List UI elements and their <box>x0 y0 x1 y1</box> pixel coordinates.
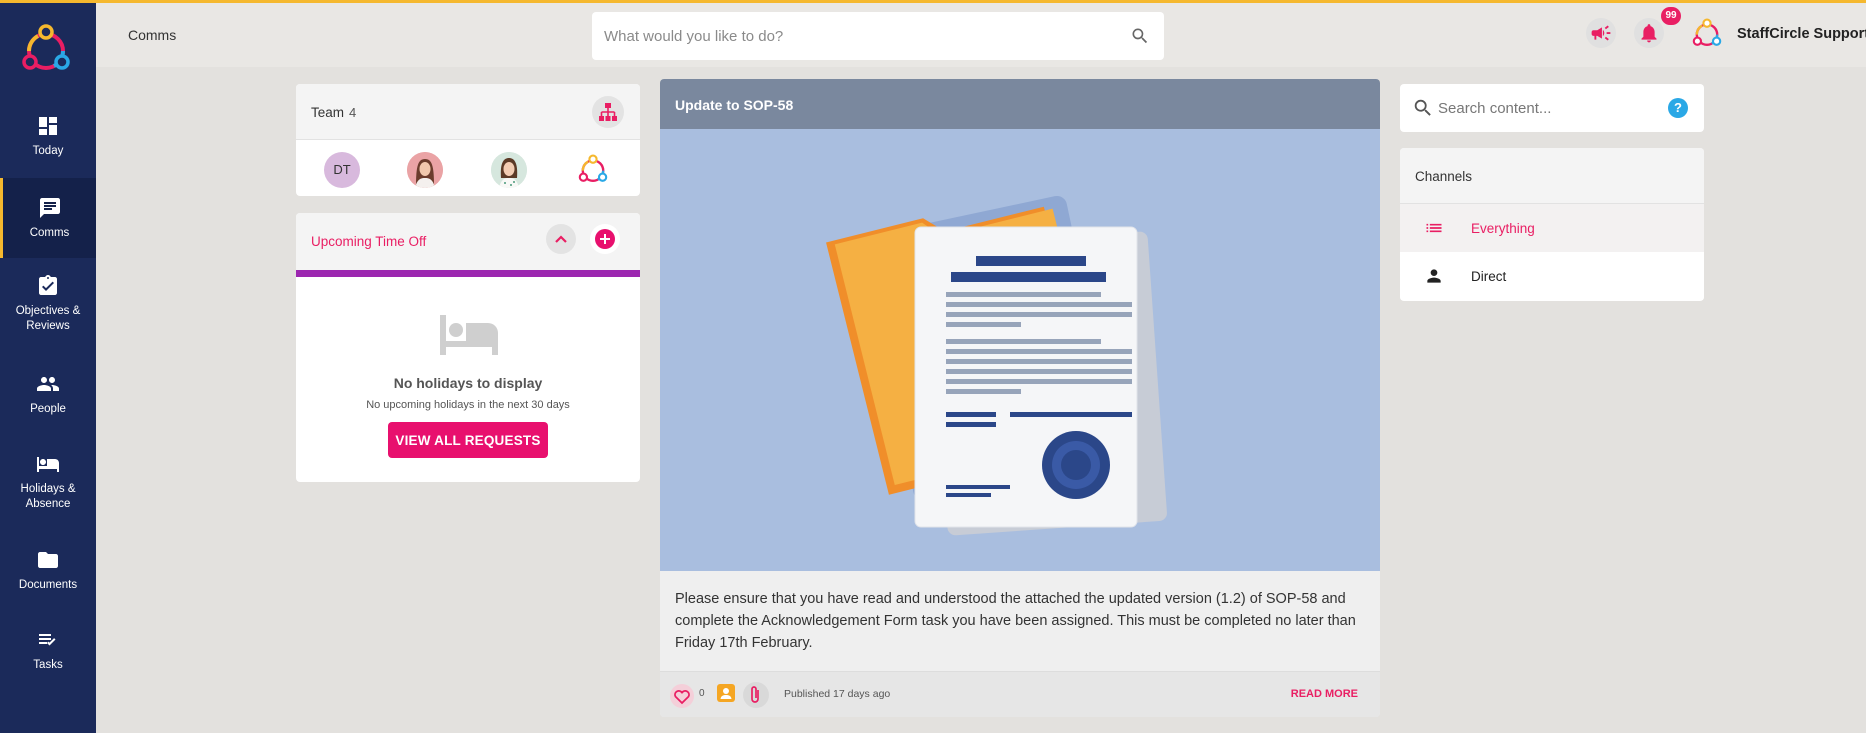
clipboard-check-icon <box>39 275 57 295</box>
time-off-header: Upcoming Time Off <box>296 213 640 277</box>
user-avatar[interactable] <box>1689 16 1725 52</box>
team-card: Team 4 DT <box>296 84 640 196</box>
attachment-button[interactable] <box>743 682 769 708</box>
team-member-avatar[interactable] <box>491 152 527 188</box>
org-chart-button[interactable] <box>592 96 624 128</box>
breadcrumb: Comms <box>128 27 177 43</box>
sidebar-item-comms[interactable]: Comms <box>0 178 96 258</box>
team-title: Team <box>311 105 345 120</box>
chevron-up-icon <box>555 235 567 243</box>
upcoming-time-off-card: Upcoming Time Off No holidays to display… <box>296 213 640 482</box>
sidebar-item-label: Comms <box>29 227 70 239</box>
sidebar-item-holidays-absence[interactable]: Holidays & Absence <box>0 452 96 518</box>
person-photo <box>491 152 527 188</box>
channels-title: Channels <box>1415 169 1473 184</box>
search-icon[interactable] <box>1130 26 1150 46</box>
search-input[interactable] <box>592 12 1092 60</box>
read-more-link[interactable]: READ MORE <box>1291 688 1358 700</box>
channel-label: Everything <box>1471 221 1535 236</box>
published-time: Published 17 days ago <box>784 688 891 700</box>
post-title[interactable]: Update to SOP-58 <box>675 97 793 113</box>
team-card-header: Team 4 <box>296 84 640 140</box>
staffcircle-logo[interactable] <box>16 20 76 80</box>
sidebar-item-documents[interactable]: Documents <box>0 548 96 598</box>
team-member-avatar[interactable]: DT <box>324 152 360 188</box>
sidebar-item-label: Documents <box>18 579 78 591</box>
comms-post: Update to SOP-58 Please ensure that you … <box>660 79 1380 717</box>
sidebar-item-label: Holidays & Absence <box>20 483 76 510</box>
post-body: Please ensure that you have read and und… <box>675 591 1356 651</box>
post-header: Update to SOP-58 <box>660 79 1380 129</box>
post-image[interactable] <box>660 129 1380 571</box>
dashboard-icon <box>39 117 57 135</box>
sidebar-item-today[interactable]: Today <box>0 114 96 174</box>
people-icon <box>37 377 59 391</box>
top-accent-line <box>0 0 1866 3</box>
add-time-off-button[interactable] <box>590 224 620 254</box>
org-chart-icon <box>599 103 617 121</box>
paperclip-icon <box>751 686 759 703</box>
bell-icon <box>1641 24 1657 43</box>
staffcircle-logo <box>578 154 608 182</box>
empty-state-title: No holidays to display <box>393 375 543 391</box>
sidebar-item-label: Tasks <box>33 659 63 671</box>
help-icon[interactable]: ? <box>1668 98 1688 118</box>
channel-direct[interactable]: Direct <box>1400 252 1704 300</box>
content-search-input[interactable] <box>1438 84 1658 132</box>
like-count: 0 <box>699 688 705 699</box>
list-icon <box>1426 223 1442 233</box>
acknowledgement-icon[interactable] <box>716 683 736 703</box>
channels-header: Channels <box>1400 148 1704 204</box>
post-footer: 0 Published 17 days ago READ MORE <box>660 671 1380 717</box>
notifications-button[interactable] <box>1634 18 1664 48</box>
announcement-button[interactable] <box>1586 18 1616 48</box>
view-all-requests-button[interactable]: VIEW ALL REQUESTS <box>388 422 548 458</box>
sidebar: Today Comms Objectives & Reviews People … <box>0 0 96 733</box>
collapse-button[interactable] <box>546 224 576 254</box>
empty-state-subtitle: No upcoming holidays in the next 30 days <box>366 399 570 411</box>
team-count: 4 <box>349 105 357 120</box>
chat-icon <box>39 198 60 218</box>
person-icon <box>1427 269 1441 283</box>
sidebar-item-label: Objectives & Reviews <box>15 305 81 332</box>
search-icon <box>1414 99 1431 116</box>
content-search: ? <box>1400 84 1704 132</box>
megaphone-icon <box>1591 25 1611 41</box>
plus-circle-icon <box>595 229 615 249</box>
person-photo <box>407 152 443 188</box>
sidebar-item-objectives-reviews[interactable]: Objectives & Reviews <box>0 274 96 344</box>
sidebar-item-people[interactable]: People <box>0 372 96 422</box>
notification-count-badge: 99 <box>1661 7 1681 25</box>
checklist-icon <box>39 634 56 646</box>
bed-icon <box>37 457 59 472</box>
channels-card: Channels Everything Direct <box>1400 148 1704 301</box>
sidebar-item-label: Today <box>32 145 64 157</box>
channel-label: Direct <box>1471 269 1507 284</box>
user-name[interactable]: StaffCircle Support <box>1737 26 1866 42</box>
folder-icon <box>38 552 58 568</box>
sidebar-item-tasks[interactable]: Tasks <box>0 628 96 678</box>
time-off-title: Upcoming Time Off <box>311 234 427 249</box>
document-illustration <box>826 195 1167 536</box>
heart-icon <box>674 690 690 705</box>
team-member-avatar[interactable] <box>575 152 611 188</box>
like-button[interactable] <box>670 684 694 708</box>
team-member-avatar[interactable] <box>407 152 443 188</box>
bed-icon <box>440 315 498 355</box>
channel-everything[interactable]: Everything <box>1400 204 1704 252</box>
global-search <box>592 12 1164 60</box>
sidebar-item-label: People <box>30 403 66 415</box>
